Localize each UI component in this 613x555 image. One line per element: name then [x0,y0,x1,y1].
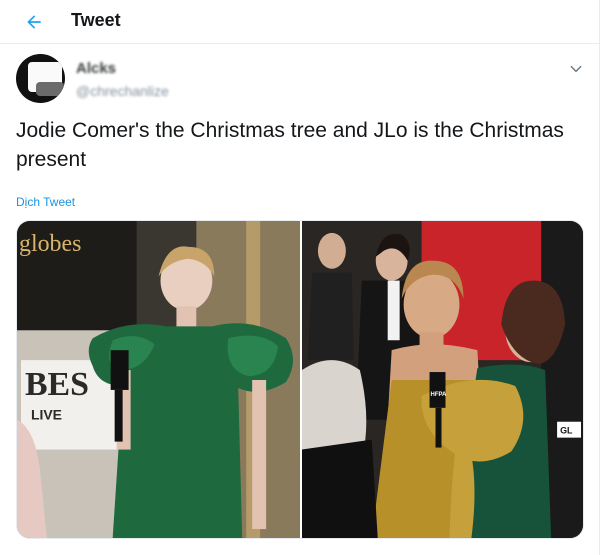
badge-text: GL [560,426,573,436]
tweet-detail-column: Tweet Alcks @chrechanlize Jodie Comer's … [0,0,600,555]
backdrop-text-2: LIVE [31,407,62,423]
media-photo-left[interactable]: BES LIVE globes [17,221,300,538]
author-handle[interactable]: @chrechanlize [76,82,169,100]
globes-sign: globes [19,231,81,257]
tweet-menu-button[interactable] [565,58,587,80]
avatar[interactable] [16,54,65,103]
back-button[interactable] [16,4,52,40]
translate-tweet-link[interactable]: Dịch Tweet [16,194,75,210]
author-info[interactable]: Alcks @chrechanlize [76,60,169,100]
tweet-media: BES LIVE globes HFPA GL [16,220,584,539]
chevron-down-icon [570,65,582,73]
photo-gold-bow: HFPA GL [302,221,583,538]
page-header: Tweet [0,0,600,44]
page-title: Tweet [71,10,121,30]
tweet-text: Jodie Comer's the Christmas tree and JLo… [16,119,564,171]
media-photo-right[interactable]: HFPA GL [302,221,583,538]
backdrop-text: BES [25,366,89,403]
mic-flag-text: HFPA [431,392,448,398]
author-display-name[interactable]: Alcks [76,60,169,78]
photo-green-dress: BES LIVE globes [17,221,300,538]
arrow-left-icon [27,15,41,29]
